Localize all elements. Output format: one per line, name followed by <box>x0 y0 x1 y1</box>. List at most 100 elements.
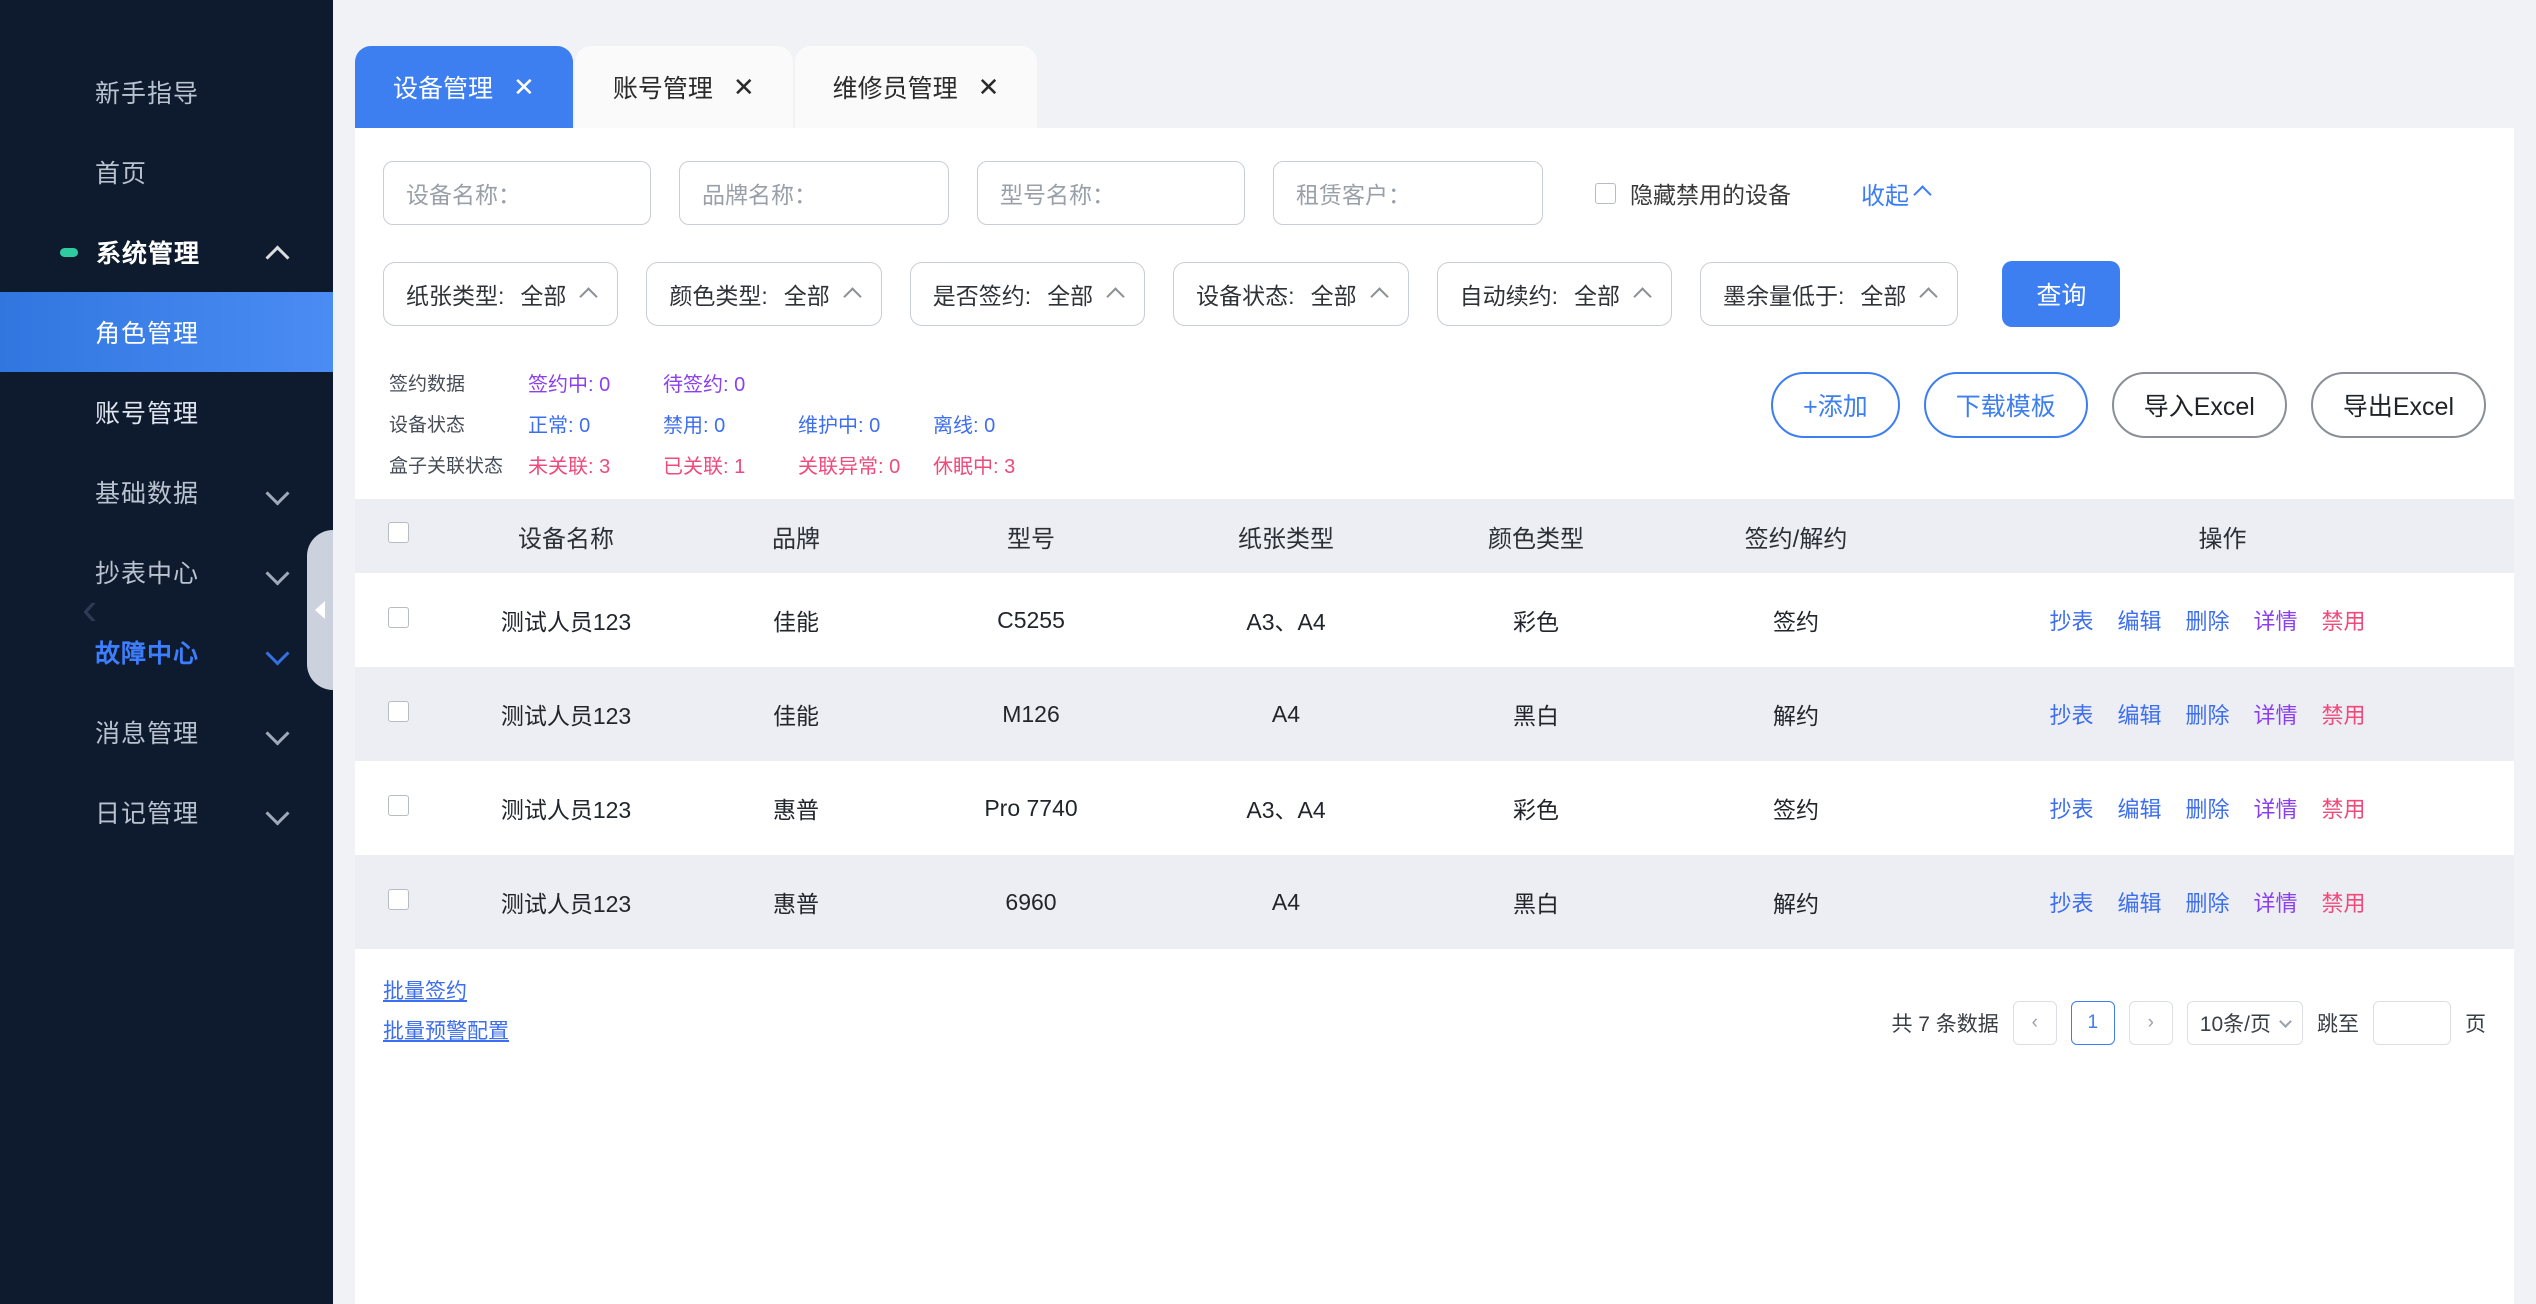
table-header-row: 设备名称 品牌 型号 纸张类型 颜色类型 签约/解约 操作 <box>355 499 2514 573</box>
cell-sign-status[interactable]: 解约 <box>1661 667 1931 761</box>
cell-paper-type: A4 <box>1271 888 1301 915</box>
op-disable[interactable]: 禁用 <box>2322 604 2366 636</box>
op-edit[interactable]: 编辑 <box>2117 698 2161 730</box>
row-checkbox[interactable] <box>387 700 409 722</box>
sidebar-item-fault-center[interactable]: 故障中心 <box>0 612 333 692</box>
close-icon[interactable]: ✕ <box>978 74 1000 100</box>
page-number-1[interactable]: 1 <box>2070 1001 2115 1045</box>
page-size-select[interactable]: 10条/页 <box>2186 1001 2303 1045</box>
tab-account-management[interactable]: 账号管理 ✕ <box>574 46 793 128</box>
sidebar-collapse-handle[interactable] <box>307 530 333 690</box>
row-select-cell <box>355 667 441 761</box>
sidebar-item-meter-reading-center[interactable]: 抄表中心 <box>0 532 333 612</box>
prev-page-button[interactable]: ‹ <box>2012 1001 2057 1045</box>
brand-name-input[interactable]: 品牌名称： <box>679 161 949 225</box>
table-footer: 批量签约 批量预警配置 共 7 条数据 ‹ 1 › 10条/页 跳至 页 <box>355 949 2514 1045</box>
auto-renew-select[interactable]: 自动续约: 全部 <box>1436 262 1672 326</box>
cell-operations: 抄表 编辑 删除 详情 禁用 <box>1931 667 2514 761</box>
op-disable[interactable]: 禁用 <box>2322 792 2366 824</box>
stat-signing: 签约中: 0 <box>528 374 611 396</box>
rental-customer-input[interactable]: 租赁客户： <box>1273 161 1543 225</box>
sidebar-item-basic-data[interactable]: 基础数据 <box>0 452 333 532</box>
bulk-sign-link[interactable]: 批量签约 <box>383 975 509 1005</box>
row-checkbox[interactable] <box>387 794 409 816</box>
model-name-input[interactable]: 型号名称： <box>977 161 1245 225</box>
op-details[interactable]: 详情 <box>2254 698 2298 730</box>
sidebar-item-label: 故障中心 <box>95 640 200 668</box>
cell-color-type: 彩色 <box>1513 609 1559 635</box>
device-name-input[interactable]: 设备名称： <box>383 161 651 225</box>
jump-to-input[interactable] <box>2373 1001 2451 1045</box>
op-meter-reading[interactable]: 抄表 <box>2049 792 2093 824</box>
table-row[interactable]: 测试人员123 佳能 C5255 A3、A4 彩色 签约 抄表 编辑 删除 详情… <box>355 573 2514 667</box>
page-unit-label: 页 <box>2465 1013 2486 1036</box>
device-name-placeholder: 设备名称： <box>406 182 521 208</box>
export-excel-button[interactable]: 导出Excel <box>2310 372 2486 438</box>
select-all-checkbox[interactable] <box>387 522 409 543</box>
op-meter-reading[interactable]: 抄表 <box>2049 604 2093 636</box>
op-edit[interactable]: 编辑 <box>2117 604 2161 636</box>
sidebar-item-log-management[interactable]: 日记管理 <box>0 772 333 852</box>
cell-device-name: 测试人员123 <box>500 891 632 917</box>
op-disable[interactable]: 禁用 <box>2322 886 2366 918</box>
cell-paper-type: A4 <box>1271 700 1301 727</box>
tab-technician-management[interactable]: 维修员管理 ✕ <box>794 46 1038 128</box>
table-row[interactable]: 测试人员123 惠普 Pro 7740 A3、A4 彩色 签约 抄表 编辑 删除… <box>355 761 2514 855</box>
op-edit[interactable]: 编辑 <box>2117 792 2161 824</box>
op-details[interactable]: 详情 <box>2254 886 2298 918</box>
close-icon[interactable]: ✕ <box>733 74 755 100</box>
row-checkbox[interactable] <box>387 888 409 910</box>
sidebar-item-system-management[interactable]: 系统管理 <box>0 212 333 292</box>
op-meter-reading[interactable]: 抄表 <box>2049 698 2093 730</box>
next-page-button[interactable]: › <box>2128 1001 2173 1045</box>
right-edge-gutter <box>2528 0 2536 1304</box>
bulk-alert-config-link[interactable]: 批量预警配置 <box>383 1015 509 1045</box>
stat-offline: 离线: 0 <box>933 415 996 437</box>
cell-sign-status[interactable]: 签约 <box>1661 573 1931 667</box>
import-excel-button[interactable]: 导入Excel <box>2111 372 2287 438</box>
stats-bar: 签约数据 签约中: 0 待签约: 0 设备状态 正常: 0 禁用: 0 维护中:… <box>355 348 2514 485</box>
col-header-brand: 品牌 <box>691 499 901 573</box>
stats-group: 签约数据 签约中: 0 待签约: 0 设备状态 正常: 0 禁用: 0 维护中:… <box>383 362 1771 485</box>
hide-disabled-label: 隐藏禁用的设备 <box>1630 182 1791 208</box>
op-details[interactable]: 详情 <box>2254 604 2298 636</box>
cell-sign-status[interactable]: 签约 <box>1661 761 1931 855</box>
cell-color-type: 黑白 <box>1513 703 1559 729</box>
chevron-down-icon <box>267 801 289 823</box>
auto-renew-value: 全部 <box>1573 283 1620 309</box>
op-delete[interactable]: 删除 <box>2185 886 2229 918</box>
hide-disabled-devices-checkbox[interactable]: 隐藏禁用的设备 <box>1595 176 1791 210</box>
color-type-select[interactable]: 颜色类型: 全部 <box>646 262 882 326</box>
device-status-select[interactable]: 设备状态: 全部 <box>1173 262 1409 326</box>
add-button[interactable]: +添加 <box>1771 372 1900 438</box>
cell-sign-status[interactable]: 解约 <box>1661 855 1931 949</box>
sidebar-item-guide[interactable]: 新手指导 <box>0 52 333 132</box>
download-template-button[interactable]: 下载模板 <box>1923 372 2088 438</box>
sidebar-item-home[interactable]: 首页 <box>0 132 333 212</box>
close-icon[interactable]: ✕ <box>513 74 535 100</box>
op-edit[interactable]: 编辑 <box>2117 886 2161 918</box>
paper-type-select[interactable]: 纸张类型: 全部 <box>383 262 619 326</box>
is-signed-select[interactable]: 是否签约: 全部 <box>909 262 1146 326</box>
search-button[interactable]: 查询 <box>2002 261 2121 327</box>
collapse-filters-link[interactable]: 收起 <box>1861 176 1932 211</box>
tab-device-management[interactable]: 设备管理 ✕ <box>355 46 573 128</box>
op-delete[interactable]: 删除 <box>2185 792 2229 824</box>
op-details[interactable]: 详情 <box>2254 792 2298 824</box>
table-row[interactable]: 测试人员123 佳能 M126 A4 黑白 解约 抄表 编辑 删除 详情 禁用 <box>355 667 2514 761</box>
sidebar-item-account-management[interactable]: 账号管理 <box>0 372 333 452</box>
sidebar-item-message-management[interactable]: 消息管理 <box>0 692 333 772</box>
color-type-label: 颜色类型: <box>669 283 768 309</box>
sidebar-item-role-management[interactable]: 角色管理 <box>0 292 333 372</box>
cell-paper-type: A3、A4 <box>1246 797 1326 823</box>
op-delete[interactable]: 删除 <box>2185 604 2229 636</box>
ink-below-select[interactable]: 墨余量低于: 全部 <box>1699 262 1959 326</box>
op-disable[interactable]: 禁用 <box>2322 698 2366 730</box>
row-checkbox[interactable] <box>387 606 409 628</box>
op-delete[interactable]: 删除 <box>2185 698 2229 730</box>
stat-normal: 正常: 0 <box>528 415 591 437</box>
sidebar-item-label: 新手指导 <box>95 80 200 108</box>
table-row[interactable]: 测试人员123 惠普 6960 A4 黑白 解约 抄表 编辑 删除 详情 禁用 <box>355 855 2514 949</box>
table-head: 设备名称 品牌 型号 纸张类型 颜色类型 签约/解约 操作 <box>355 499 2514 573</box>
op-meter-reading[interactable]: 抄表 <box>2049 886 2093 918</box>
